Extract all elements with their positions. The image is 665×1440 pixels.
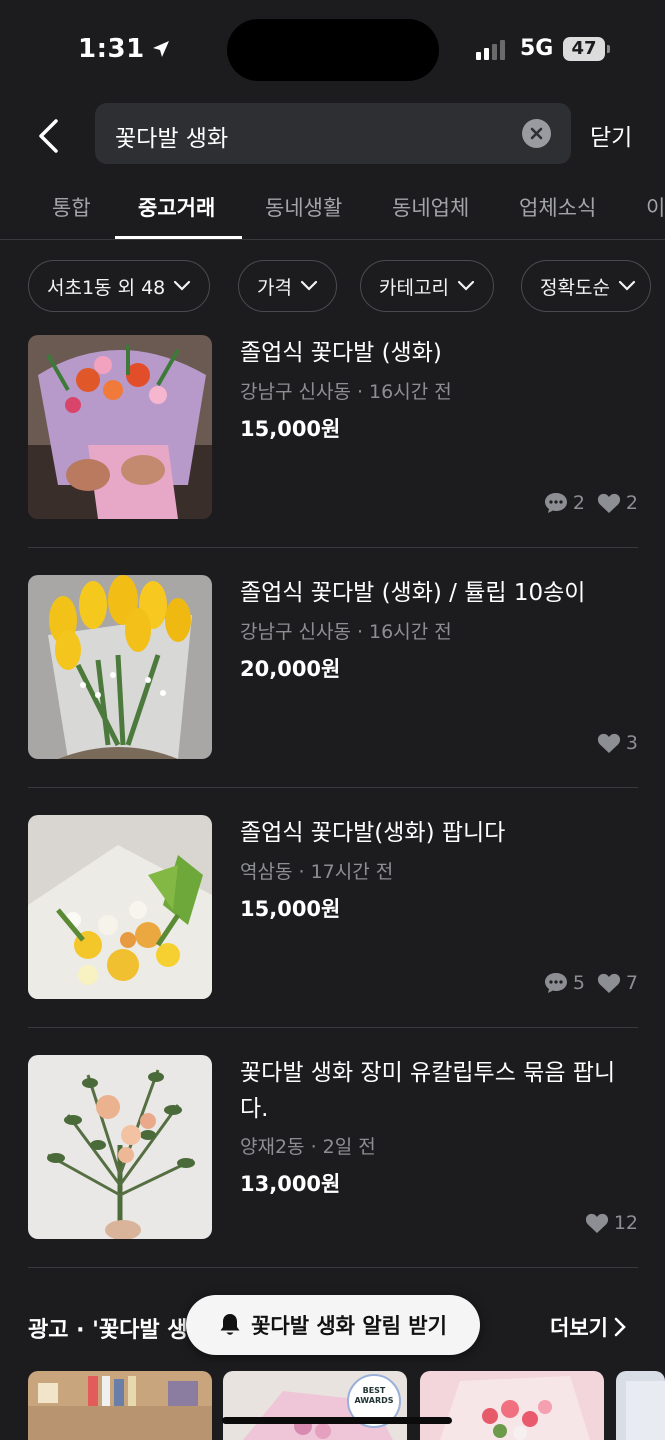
- ad-card[interactable]: [420, 1371, 604, 1440]
- clear-search-button[interactable]: [522, 119, 551, 148]
- dynamic-island: [227, 19, 439, 81]
- status-bar: 1:31 5G 47: [0, 0, 665, 96]
- award-badge-line2: AWARDS: [354, 1396, 394, 1405]
- listing-meta: 강남구 신사동 · 16시간 전: [240, 381, 452, 403]
- back-button[interactable]: [28, 116, 68, 156]
- battery-icon: 47: [563, 37, 610, 61]
- tab-all[interactable]: 통합: [52, 192, 91, 222]
- keyword-alert-label: 꽃다발 생화 알림 받기: [251, 1314, 447, 1338]
- listing-location: 양재2동: [240, 1136, 305, 1158]
- close-icon: [530, 127, 543, 140]
- award-badge: BEST AWARDS: [350, 1386, 398, 1406]
- divider: [28, 1027, 638, 1028]
- like-count: 2: [625, 492, 638, 514]
- filter-sort[interactable]: 정확도순: [521, 260, 651, 312]
- listing-title: 졸업식 꽃다발 (생화) / 튤립 10송이: [240, 580, 586, 606]
- filter-price-label: 가격: [257, 276, 292, 299]
- listing-photo: [28, 815, 212, 999]
- listing-location: 강남구 신사동: [240, 621, 351, 643]
- chevron-down-icon: [174, 280, 191, 291]
- filter-sort-label: 정확도순: [540, 276, 610, 299]
- search-tabs: 통합 중고거래 동네생활 동네업체 업체소식 이: [0, 180, 665, 240]
- filter-location-label: 서초1동 외 48: [47, 276, 166, 299]
- chat-count: 5: [572, 972, 585, 994]
- heart-icon: [597, 733, 620, 753]
- listing-meta: 역삼동 · 17시간 전: [240, 861, 394, 883]
- heart-icon: [585, 1213, 608, 1233]
- listing-time: 2일 전: [322, 1136, 376, 1158]
- listing-title: 졸업식 꽃다발(생화) 팝니다: [240, 820, 506, 846]
- location-arrow-icon: [152, 41, 169, 57]
- ad-card[interactable]: BEST AWARDS: [223, 1371, 407, 1440]
- listing-time: 16시간 전: [369, 621, 452, 643]
- listing-location: 강남구 신사동: [240, 381, 351, 403]
- chevron-left-icon: [39, 119, 58, 153]
- bell-icon: [220, 1314, 240, 1335]
- listing-price: 20,000원: [240, 657, 341, 681]
- ad-card[interactable]: [28, 1371, 212, 1440]
- see-more-label: 더보기: [550, 1316, 608, 1340]
- chat-icon: [544, 493, 567, 513]
- filter-category-label: 카테고리: [379, 276, 449, 299]
- chevron-down-icon: [457, 280, 475, 291]
- listing-time: 16시간 전: [369, 381, 452, 403]
- listing-meta: 강남구 신사동 · 16시간 전: [240, 621, 452, 643]
- filter-price[interactable]: 가격: [238, 260, 337, 312]
- tab-community[interactable]: 동네생활: [265, 192, 342, 222]
- listing-item[interactable]: 졸업식 꽃다발 (생화) / 튤립 10송이 강남구 신사동 · 16시간 전 …: [28, 575, 638, 795]
- status-time: 1:31: [78, 34, 171, 64]
- listing-price: 15,000원: [240, 417, 341, 441]
- listing-price: 15,000원: [240, 897, 341, 921]
- like-count: 12: [613, 1212, 638, 1234]
- see-more-button[interactable]: 더보기: [550, 1312, 626, 1342]
- listing-stats: 5 7: [544, 972, 638, 994]
- listing-item[interactable]: 졸업식 꽃다발 (생화) 강남구 신사동 · 16시간 전 15,000원 2 …: [28, 335, 638, 555]
- heart-icon: [597, 493, 620, 513]
- listing-item[interactable]: 꽃다발 생화 장미 유칼립투스 묶음 팝니다. 양재2동 · 2일 전 13,0…: [28, 1055, 638, 1275]
- active-tab-indicator: [115, 236, 242, 239]
- listing-photo: [28, 335, 212, 519]
- tab-more[interactable]: 이: [646, 192, 665, 222]
- listing-photo: [28, 1055, 212, 1239]
- like-count: 7: [625, 972, 638, 994]
- chat-icon: [544, 973, 567, 993]
- divider: [28, 547, 638, 548]
- listing-title: 꽃다발 생화 장미 유칼립투스 묶음 팝니다.: [240, 1060, 616, 1122]
- tab-business-news[interactable]: 업체소식: [519, 192, 596, 222]
- signal-icon: [476, 38, 505, 60]
- divider: [28, 1267, 638, 1268]
- filter-category[interactable]: 카테고리: [360, 260, 494, 312]
- listing-location: 역삼동: [240, 861, 293, 883]
- heart-icon: [597, 973, 620, 993]
- listing-photo: [28, 575, 212, 759]
- listing-meta: 양재2동 · 2일 전: [240, 1136, 376, 1158]
- network-type: 5G: [520, 36, 554, 61]
- listing-title: 졸업식 꽃다발 (생화): [240, 340, 442, 366]
- chevron-down-icon: [300, 280, 318, 291]
- tab-secondhand[interactable]: 중고거래: [138, 192, 215, 222]
- filter-location[interactable]: 서초1동 외 48: [28, 260, 211, 312]
- close-search-button[interactable]: 닫기: [590, 118, 632, 152]
- listing-price: 13,000원: [240, 1172, 341, 1196]
- listing-stats: 2 2: [544, 492, 638, 514]
- listing-time: 17시간 전: [310, 861, 394, 883]
- listing-item[interactable]: 졸업식 꽃다발(생화) 팝니다 역삼동 · 17시간 전 15,000원 5 7: [28, 815, 638, 1035]
- ad-section-title: 광고 · '꽃다발 생: [28, 1318, 188, 1343]
- ad-card[interactable]: [616, 1371, 665, 1440]
- search-input[interactable]: 꽃다발 생화: [95, 103, 571, 164]
- like-count: 3: [625, 732, 638, 754]
- chevron-down-icon: [618, 280, 636, 291]
- time-text: 1:31: [78, 34, 145, 64]
- tab-local-business[interactable]: 동네업체: [392, 192, 469, 222]
- listing-stats: 3: [597, 732, 638, 754]
- award-badge-line1: BEST: [362, 1386, 386, 1395]
- search-query: 꽃다발 생화: [115, 126, 229, 152]
- chat-count: 2: [572, 492, 585, 514]
- home-indicator: [222, 1417, 452, 1424]
- chevron-right-icon: [614, 1317, 626, 1337]
- listing-stats: 12: [585, 1212, 638, 1234]
- divider: [28, 787, 638, 788]
- keyword-alert-button[interactable]: 꽃다발 생화 알림 받기: [186, 1295, 480, 1355]
